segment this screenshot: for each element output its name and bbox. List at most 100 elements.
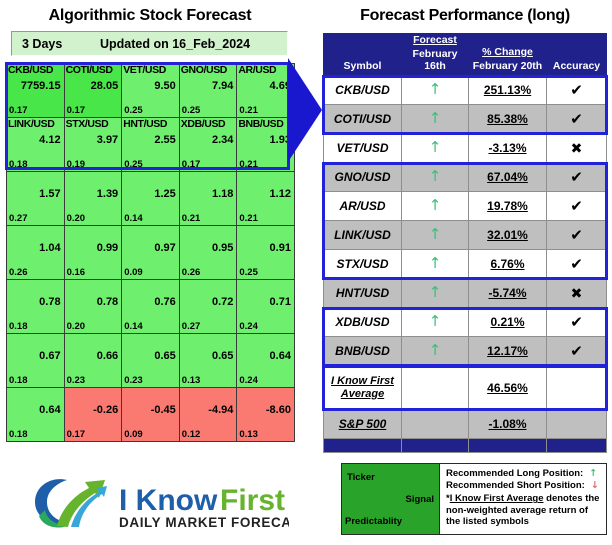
forecast-grid-row: 1.04 0.26 0.99 0.16 0.97 0.09 0.95 0.26 0.91 0.25: [6, 225, 295, 280]
legend-long-label: Recommended Long Position:: [446, 468, 584, 479]
table-row[interactable]: STX/USD ↑ 6.76% ✔: [323, 249, 607, 279]
forecast-cell-body: CKB/USD 7759.15 0.17: [7, 64, 64, 117]
forecast-cell[interactable]: 0.66 0.23: [63, 333, 123, 388]
performance-symbol: XDB/USD: [323, 307, 402, 337]
benchmark-accuracy: [546, 409, 607, 439]
table-row[interactable]: VET/USD ↑ -3.13% ✖: [323, 133, 607, 163]
forecast-cell[interactable]: -0.26 0.17: [63, 387, 123, 442]
forecast-cell[interactable]: 0.99 0.16: [63, 225, 123, 280]
performance-signal: ↑: [401, 191, 469, 221]
table-row[interactable]: BNB/USD ↑ 12.17% ✔: [323, 336, 607, 366]
forecast-cell[interactable]: CKB/USD 7759.15 0.17: [6, 63, 65, 118]
forecast-cell-predictability: 0.24: [239, 321, 258, 332]
forecast-cell[interactable]: -4.94 0.12: [178, 387, 238, 442]
average-row[interactable]: I Know First Average 46.56%: [323, 365, 607, 410]
performance-change: -3.13%: [468, 133, 547, 163]
forecast-cell[interactable]: AR/USD 4.69 0.21: [236, 63, 295, 118]
forecast-cell[interactable]: 0.78 0.18: [6, 279, 65, 334]
forecast-cell-predictability: 0.16: [66, 267, 86, 278]
forecast-cell[interactable]: 0.71 0.24: [236, 279, 295, 334]
forecast-cell-predictability: 0.25: [124, 105, 143, 116]
performance-accuracy: ✖: [546, 133, 607, 163]
forecast-cell-predictability: 0.14: [124, 213, 143, 224]
table-row[interactable]: CKB/USD ↑ 251.13% ✔: [323, 75, 607, 105]
check-icon: ✔: [570, 226, 583, 244]
right-panel-title: Forecast Performance (long): [360, 7, 570, 24]
forecast-cell[interactable]: 0.65 0.13: [178, 333, 238, 388]
forecast-cell[interactable]: -8.60 0.13: [236, 387, 295, 442]
table-row[interactable]: AR/USD ↑ 19.78% ✔: [323, 191, 607, 221]
forecast-cell-body: 1.18 0.21: [180, 172, 237, 225]
performance-table-head: Symbol Forecast February 16th % Change F…: [323, 33, 607, 76]
forecast-cell-signal: 0.97: [154, 242, 176, 254]
logo-tagline: DAILY MARKET FORECAST: [119, 515, 289, 530]
forecast-cell[interactable]: 0.91 0.25: [236, 225, 295, 280]
up-arrow-icon: ↑: [428, 254, 442, 272]
forecast-cell[interactable]: 1.39 0.20: [63, 171, 123, 226]
forecast-cell-symbol: AR/USD: [238, 64, 277, 76]
performance-symbol: COTI/USD: [323, 104, 402, 134]
forecast-cell[interactable]: 0.76 0.14: [121, 279, 180, 334]
average-label-line1: I Know First: [331, 374, 394, 387]
forecast-cell[interactable]: VET/USD 9.50 0.25: [121, 63, 180, 118]
performance-symbol: HNT/USD: [323, 278, 402, 308]
table-footer-row: [323, 438, 607, 453]
forecast-cell[interactable]: STX/USD 3.97 0.19: [63, 117, 123, 172]
legend-short-label: Recommended Short Position:: [446, 479, 585, 491]
forecast-cell-signal: 1.12: [269, 188, 291, 200]
forecast-cell[interactable]: COTI/USD 28.05 0.17: [63, 63, 123, 118]
forecast-grid-body: CKB/USD 7759.15 0.17 COTI/USD 28.05 0.17 VET/U…: [6, 63, 295, 442]
forecast-cell-body: AR/USD 4.69 0.21: [237, 64, 294, 117]
forecast-cell[interactable]: BNB/USD 1.93 0.21: [236, 117, 295, 172]
table-row[interactable]: COTI/USD ↑ 85.38% ✔: [323, 104, 607, 134]
forecast-cell[interactable]: -0.45 0.09: [121, 387, 180, 442]
forecast-cell[interactable]: 0.78 0.20: [63, 279, 123, 334]
forecast-cell-signal: 1.57: [39, 188, 61, 200]
forecast-cell[interactable]: 0.67 0.18: [6, 333, 65, 388]
forecast-cell-signal: 0.78: [39, 296, 61, 308]
forecast-cell[interactable]: 1.12 0.21: [236, 171, 295, 226]
forecast-cell-signal: 1.04: [39, 242, 61, 254]
table-row[interactable]: HNT/USD ↑ -5.74% ✖: [323, 278, 607, 308]
table-row[interactable]: XDB/USD ↑ 0.21% ✔: [323, 307, 607, 337]
forecast-cell[interactable]: 0.64 0.24: [236, 333, 295, 388]
forecast-cell[interactable]: 1.57 0.27: [6, 171, 65, 226]
forecast-cell[interactable]: 1.25 0.14: [121, 171, 180, 226]
forecast-cell[interactable]: 0.64 0.18: [6, 387, 65, 442]
forecast-cell[interactable]: 0.97 0.09: [121, 225, 180, 280]
forecast-cell-body: GNO/USD 7.94 0.25: [180, 64, 237, 117]
forecast-cell-body: 0.72 0.27: [180, 280, 237, 333]
forecast-cell-body: 0.66 0.23: [65, 334, 122, 387]
header-accuracy-label: Accuracy: [552, 60, 601, 72]
forecast-cell[interactable]: LINK/USD 4.12 0.18: [6, 117, 65, 172]
logo-word-2: First: [220, 484, 285, 517]
forecast-cell[interactable]: 0.72 0.27: [178, 279, 238, 334]
forecast-cell-symbol: GNO/USD: [180, 64, 228, 76]
header-forecast-sub: February 16th: [412, 48, 458, 72]
performance-symbol: AR/USD: [323, 191, 402, 221]
forecast-cell[interactable]: GNO/USD 7.94 0.25: [178, 63, 238, 118]
performance-change: 0.21%: [468, 307, 547, 337]
forecast-cell-body: 0.95 0.26: [180, 226, 237, 279]
forecast-update-bar: 3 Days Updated on 16_Feb_2024: [11, 31, 288, 56]
forecast-cell[interactable]: 1.18 0.21: [178, 171, 238, 226]
forecast-cell[interactable]: HNT/USD 2.55 0.25: [121, 117, 180, 172]
forecast-cell-signal: 3.97: [96, 134, 119, 146]
forecast-cell-signal: 0.66: [96, 350, 119, 362]
performance-symbol: GNO/USD: [323, 162, 402, 192]
forecast-cell[interactable]: XDB/USD 2.34 0.17: [178, 117, 238, 172]
table-row[interactable]: LINK/USD ↑ 32.01% ✔: [323, 220, 607, 250]
forecast-cell[interactable]: 1.04 0.26: [6, 225, 65, 280]
table-row[interactable]: GNO/USD ↑ 67.04% ✔: [323, 162, 607, 192]
forecast-cell-predictability: 0.26: [9, 267, 28, 278]
forecast-cell-predictability: 0.23: [66, 375, 86, 386]
forecast-cell[interactable]: 0.65 0.23: [121, 333, 180, 388]
forecast-cell-signal: -0.26: [93, 404, 119, 416]
benchmark-row[interactable]: S&P 500 -1.08%: [323, 409, 607, 439]
header-change: % Change February 20th: [468, 33, 547, 76]
forecast-cell-body: 0.99 0.16: [65, 226, 122, 279]
forecast-cell-predictability: 0.27: [9, 213, 28, 224]
performance-accuracy: ✔: [546, 336, 607, 366]
flow-arrow-icon: [288, 58, 322, 162]
forecast-cell[interactable]: 0.95 0.26: [178, 225, 238, 280]
